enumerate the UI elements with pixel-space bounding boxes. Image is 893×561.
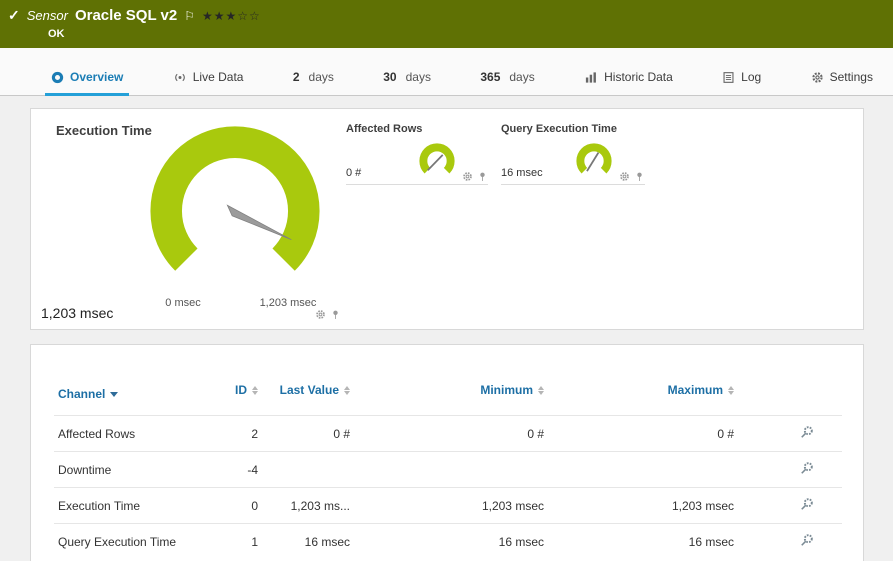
channel-settings-icon[interactable] [800,425,814,439]
channel-id: -4 [214,451,262,488]
channel-minimum: 1,203 msec [354,487,548,524]
tab-label: Settings [829,70,873,84]
channel-name: Query Execution Time [54,523,214,559]
gear-icon[interactable] [462,171,473,182]
sort-icon [344,386,350,396]
query-execution-time-value: 16 msec [501,167,543,179]
channel-id: 0 [214,487,262,524]
query-execution-time-gauge-dial [576,143,612,174]
channel-minimum: 16 msec [354,523,548,559]
channel-maximum: 16 msec [548,523,738,559]
tab-overview[interactable]: Overview [45,61,130,96]
tab-label: Overview [70,70,124,84]
sensor-header: ✓ Sensor Oracle SQL v2 ⚐ ★★★☆☆ OK [0,0,893,48]
column-header-channel[interactable]: Channel [54,375,214,416]
sensor-title: Oracle SQL v2 [74,7,178,24]
gauge-arc [150,126,320,271]
tab-settings[interactable]: Settings [805,61,879,96]
sort-icon [252,386,258,396]
channel-minimum [354,451,548,488]
table-row: Execution Time 0 1,203 ms... 1,203 msec … [54,487,842,524]
channel-last-value: 0 # [262,415,354,452]
channel-settings-icon[interactable] [800,533,814,547]
channel-last-value: 16 msec [262,523,354,559]
channel-name: Downtime [54,451,214,488]
table-row: Query Execution Time 1 16 msec 16 msec 1… [54,523,842,559]
tab-30-days[interactable]: 30 days [377,61,437,96]
tab-label: 30 [383,70,397,84]
channels-panel: Channel ID Last Value Minimum Maximum Af… [30,344,864,561]
stars-empty[interactable]: ☆☆ [237,9,261,23]
table-row: Affected Rows 2 0 # 0 # 0 # [54,415,842,452]
column-header-last-value[interactable]: Last Value [262,375,354,416]
tab-bar: Overview Live Data 2 days 30 days 365 days … [0,48,893,96]
tab-label: 2 [292,70,300,84]
channel-maximum [548,451,738,488]
gauges-panel: Execution Time 0 msec 1,203 msec 1,203 m… [30,108,864,330]
channel-last-value [262,451,354,488]
channel-id: 1 [214,523,262,559]
tab-live-data[interactable]: Live Data [167,61,250,96]
sort-icon [538,386,544,396]
column-header-actions [738,375,842,416]
channel-settings-icon[interactable] [800,461,814,475]
channels-table: Channel ID Last Value Minimum Maximum Af… [54,375,842,559]
historic-data-chart-icon [586,71,597,83]
log-icon [723,71,734,83]
stars-filled[interactable]: ★★★ [202,9,237,23]
gear-icon[interactable] [315,309,326,320]
execution-time-gauge-title: Execution Time [56,123,152,138]
gauge-needle [586,152,600,172]
gauge-max-label: 1,203 msec [259,297,317,309]
gear-icon[interactable] [619,171,630,182]
gauge-needle [226,204,292,241]
column-header-maximum[interactable]: Maximum [548,375,738,416]
sort-active-icon [110,392,119,398]
sort-icon [728,386,734,396]
gear-icon [811,71,823,83]
channel-minimum: 0 # [354,415,548,452]
execution-time-value: 1,203 msec [41,305,114,321]
channel-maximum: 0 # [548,415,738,452]
affected-rows-gauge-dial [419,143,455,174]
tab-365-days[interactable]: 365 days [474,61,540,96]
query-execution-time-gauge-block: Query Execution Time 16 msec [501,123,645,185]
channel-name: Execution Time [54,487,214,524]
channel-maximum: 1,203 msec [548,487,738,524]
query-execution-time-title: Query Execution Time [501,123,617,135]
tab-2-days[interactable]: 2 days [287,61,340,96]
gauge-min-label: 0 msec [165,297,201,309]
channel-last-value: 1,203 ms... [262,487,354,524]
overview-donut-icon [51,71,64,83]
column-header-minimum[interactable]: Minimum [354,375,548,416]
tab-label: Historic Data [604,70,673,84]
channel-name: Affected Rows [54,415,214,452]
star-rating[interactable]: ★★★☆☆ [202,9,261,23]
pin-icon[interactable] [634,171,645,182]
tab-log[interactable]: Log [716,61,767,96]
affected-rows-value: 0 # [346,167,362,179]
tab-label: Live Data [192,70,244,84]
tab-label: Log [741,70,762,84]
affected-rows-title: Affected Rows [346,123,423,135]
pin-icon[interactable] [477,171,488,182]
channel-id: 2 [214,415,262,452]
affected-rows-gauge-block: Affected Rows 0 # [346,123,488,185]
sensor-kind-label: Sensor [26,8,68,23]
column-header-id[interactable]: ID [214,375,262,416]
pin-icon[interactable] [330,309,341,320]
main-content: Execution Time 0 msec 1,203 msec 1,203 m… [0,96,893,561]
tab-label: 365 [480,70,501,84]
tab-historic-data[interactable]: Historic Data [578,61,679,96]
channel-settings-icon[interactable] [800,497,814,511]
gauge-needle [427,154,444,171]
status-badge: OK [48,28,65,40]
table-row: Downtime -4 [54,451,842,488]
priority-flag-icon[interactable]: ⚐ [184,9,195,23]
status-check-icon: ✓ [8,7,20,23]
live-data-icon [174,73,185,81]
gauge-arc [419,143,455,174]
execution-time-gauge-dial [150,126,320,271]
